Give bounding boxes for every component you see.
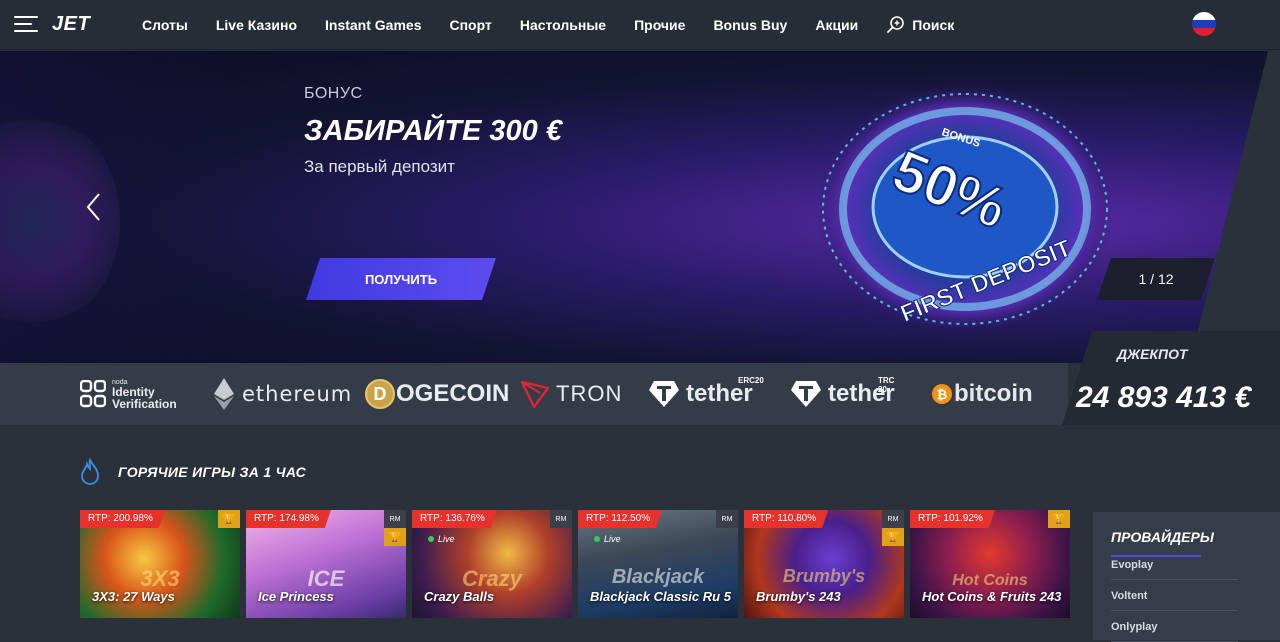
dogecoin-label: OGECOIN xyxy=(396,380,510,407)
game-card-3x3[interactable]: 3X3 RTP: 200.98% 🏆 3X3: 27 Ways xyxy=(80,510,240,618)
providers-title: ПРОВАЙДЕРЫ xyxy=(1111,529,1214,545)
provider-icon: RM xyxy=(716,510,738,528)
rtp-badge: RTP: 110.80% xyxy=(744,510,828,528)
russia-flag-icon[interactable] xyxy=(1192,12,1216,36)
logo[interactable]: JET xyxy=(52,13,90,36)
provider-item-onlyplay[interactable]: Onlyplay xyxy=(1111,621,1238,642)
rtp-badge: RTP: 136.76% xyxy=(412,510,497,528)
nav-item-sport[interactable]: Спорт xyxy=(449,17,491,33)
game-art-text: Brumby's xyxy=(782,566,866,586)
get-bonus-button[interactable]: ПОЛУЧИТЬ xyxy=(306,258,496,300)
live-dot-icon xyxy=(594,536,600,542)
noda-icon xyxy=(80,380,106,408)
noda-line2: Verification xyxy=(112,396,177,411)
bitcoin-label: bitcoin xyxy=(954,380,1033,407)
rtp-badge: RTP: 174.98% xyxy=(246,510,331,528)
search-button[interactable]: Поиск xyxy=(886,15,954,35)
live-indicator: Live xyxy=(428,534,455,544)
bitcoin-logo: ₿ bitcoin xyxy=(932,363,1033,425)
game-title: Blackjack Classic Ru 5 xyxy=(590,589,731,604)
providers-underline xyxy=(1111,555,1201,557)
game-card-hot-coins[interactable]: Hot Coins RTP: 101.92% 🏆 Hot Coins & Fru… xyxy=(910,510,1070,618)
ethereum-label: ethereum xyxy=(242,382,353,406)
erc20-tag: ERC20 xyxy=(738,376,764,385)
tron-logo: TRON xyxy=(520,363,622,425)
tether-icon xyxy=(649,381,679,407)
tether-trc20-logo: tether TRC 20 xyxy=(790,363,895,425)
tether-erc20-logo: tether ERC20 xyxy=(648,363,764,425)
game-card-blackjack[interactable]: Blackjack RTP: 112.50% RM Live Blackjack… xyxy=(578,510,738,618)
ethereum-logo: ethereum xyxy=(214,363,352,425)
trophy-icon: 🏆 xyxy=(882,528,904,546)
tether-icon xyxy=(791,381,821,407)
banner-subtitle: За первый депозит xyxy=(304,157,455,176)
tron-icon xyxy=(520,380,550,409)
noda-logo: noda Identity Verification xyxy=(80,363,177,425)
game-title: Brumby's 243 xyxy=(756,589,841,604)
provider-icon: RM xyxy=(384,510,406,528)
rtp-badge: RTP: 101.92% xyxy=(910,510,995,528)
game-card-brumbys[interactable]: Brumby's RTP: 110.80% RM 🏆 Brumby's 243 xyxy=(744,510,904,618)
game-title: Ice Princess xyxy=(258,589,334,604)
nav-item-table-games[interactable]: Настольные xyxy=(520,17,606,33)
live-label: Live xyxy=(604,534,621,544)
tron-label: TRON xyxy=(556,381,623,406)
nav-item-instant-games[interactable]: Instant Games xyxy=(325,17,421,33)
trophy-icon: 🏆 xyxy=(1048,510,1070,528)
dogecoin-logo: D OGECOIN xyxy=(365,363,509,425)
nav-item-slots[interactable]: Слоты xyxy=(142,17,188,33)
ethereum-icon xyxy=(214,378,234,410)
noda-label: noda Identity Verification xyxy=(112,379,177,410)
bitcoin-icon: ₿ xyxy=(932,384,952,404)
fire-icon xyxy=(81,458,99,485)
providers-panel: ПРОВАЙДЕРЫ Evoplay Voltent Onlyplay xyxy=(1093,512,1280,642)
live-dot-icon xyxy=(428,536,434,542)
trophy-icon: 🏆 xyxy=(218,510,240,528)
game-art-text: Hot Coins xyxy=(952,572,1028,589)
slide-counter: 1 / 12 xyxy=(1097,258,1215,300)
dogecoin-icon: D xyxy=(365,379,395,409)
nav-item-bonus-buy[interactable]: Bonus Buy xyxy=(713,17,787,33)
game-title: Hot Coins & Fruits 243 xyxy=(922,589,1062,604)
nav-item-live-casino[interactable]: Live Казино xyxy=(216,17,297,33)
provider-item-voltent[interactable]: Voltent xyxy=(1111,590,1238,611)
promo-banner: БОНУС ЗАБИРАЙТЕ 300 € За первый депозит … xyxy=(0,51,1280,363)
menu-icon[interactable] xyxy=(14,16,38,34)
provider-icon: RM xyxy=(550,510,572,528)
trc20-tag: TRC 20 xyxy=(878,376,895,394)
chevron-left-icon[interactable] xyxy=(84,191,104,223)
jackpot-panel: ДЖЕКПОТ 24 893 413 € xyxy=(1062,331,1280,425)
hot-games-title: ГОРЯЧИЕ ИГРЫ ЗА 1 ЧАС xyxy=(118,464,306,480)
banner-title: ЗАБИРАЙТЕ 300 € xyxy=(304,115,562,147)
trophy-icon: 🏆 xyxy=(384,528,406,546)
nav-item-other[interactable]: Прочие xyxy=(634,17,685,33)
jackpot-value: 24 893 413 € xyxy=(1076,381,1252,414)
live-indicator: Live xyxy=(594,534,621,544)
search-icon xyxy=(886,15,906,35)
game-art-text: Blackjack xyxy=(611,566,705,588)
banner-slant-decor xyxy=(0,51,230,363)
bonus-badge-art: BONUS 50% FIRST DEPOSIT xyxy=(815,84,1115,334)
rtp-badge: RTP: 112.50% xyxy=(578,510,662,528)
provider-icon: RM xyxy=(882,510,904,528)
game-title: 3X3: 27 Ways xyxy=(92,589,175,604)
game-card-ice-princess[interactable]: ICE RTP: 174.98% RM 🏆 Ice Princess xyxy=(246,510,406,618)
provider-item-evoplay[interactable]: Evoplay xyxy=(1111,559,1238,580)
rtp-badge: RTP: 200.98% xyxy=(80,510,165,528)
top-header: JET Слоты Live Казино Instant Games Спор… xyxy=(0,0,1280,50)
game-card-crazy-balls[interactable]: Crazy RTP: 136.76% RM Live Crazy Balls xyxy=(412,510,572,618)
search-label: Поиск xyxy=(912,17,955,33)
banner-kicker: БОНУС xyxy=(304,85,363,102)
live-label: Live xyxy=(438,534,455,544)
jackpot-label: ДЖЕКПОТ xyxy=(1117,346,1188,362)
payment-methods-strip: noda Identity Verification ethereum D OG… xyxy=(0,363,1068,425)
nav-item-promotions[interactable]: Акции xyxy=(815,17,858,33)
game-title: Crazy Balls xyxy=(424,589,495,604)
main-nav: Слоты Live Казино Instant Games Спорт На… xyxy=(128,0,968,50)
